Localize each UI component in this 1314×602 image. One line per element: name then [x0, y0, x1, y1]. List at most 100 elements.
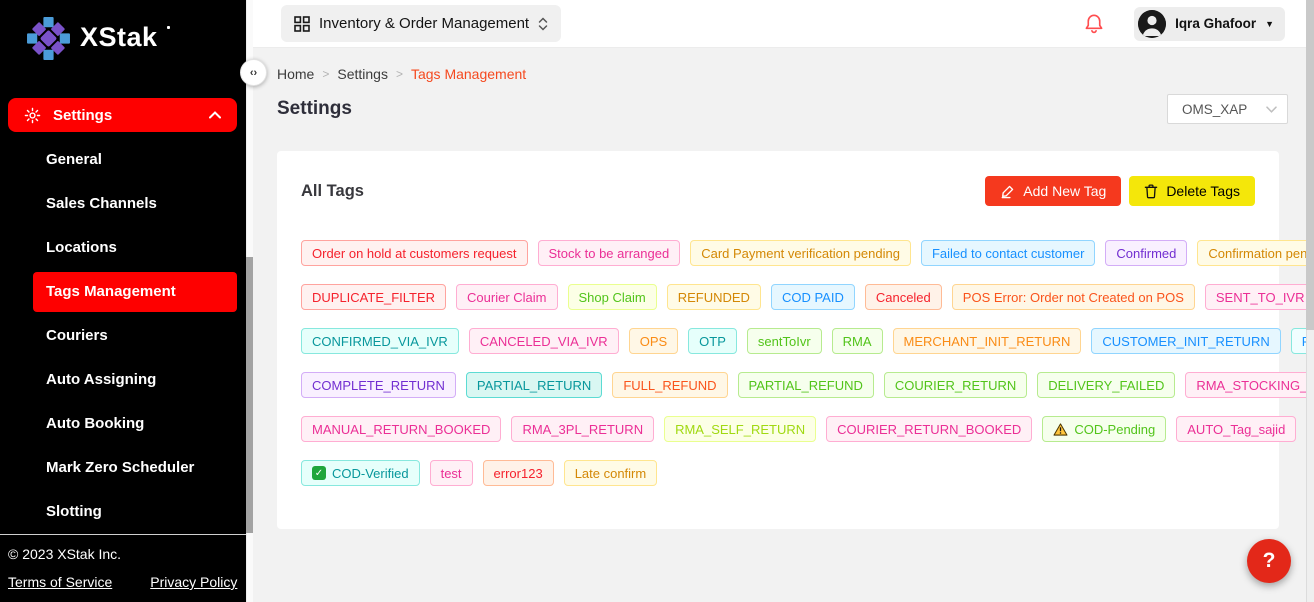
- tag-chip-confirmed[interactable]: Confirmed: [1105, 240, 1187, 266]
- sidebar-item-tags-management[interactable]: Tags Management: [33, 272, 237, 312]
- bell-icon: [1084, 13, 1104, 35]
- sidebar-scrollbar-thumb[interactable]: [246, 257, 253, 533]
- user-menu[interactable]: Iqra Ghafoor ▼: [1134, 7, 1285, 41]
- sidebar-collapse-button[interactable]: ‹›: [240, 59, 267, 86]
- tag-chip-delivery-failed[interactable]: DELIVERY_FAILED: [1037, 372, 1175, 398]
- sidebar-item-auto-assigning[interactable]: Auto Assigning: [0, 358, 253, 402]
- tag-chip-confirmed-via-ivr[interactable]: CONFIRMED_VIA_IVR: [301, 328, 459, 354]
- sidebar-item-general[interactable]: General: [0, 138, 253, 182]
- tag-chip-cod-verified[interactable]: ✓COD-Verified: [301, 460, 420, 486]
- sidebar-item-slotting[interactable]: Slotting: [0, 490, 253, 534]
- page-title: Settings: [277, 98, 352, 120]
- sidebar-scrollbar[interactable]: [246, 0, 253, 602]
- tag-row: Order on hold at customers request Stock …: [301, 240, 1255, 266]
- card-heading: All Tags: [301, 182, 364, 201]
- tag-list: Order on hold at customers request Stock …: [301, 240, 1255, 486]
- tag-chip-card-payment-verification-pending[interactable]: Card Payment verification pending: [690, 240, 911, 266]
- tag-chip-shop-claim[interactable]: Shop Claim: [568, 284, 657, 310]
- chevron-down-icon: ▼: [1265, 19, 1274, 29]
- app-switcher[interactable]: Inventory & Order Management: [281, 5, 561, 42]
- chevron-down-icon: [1266, 106, 1277, 113]
- tag-chip-refunded[interactable]: REFUNDED: [667, 284, 761, 310]
- sidebar: XStak Settings GeneralSales ChannelsLoca…: [0, 0, 253, 602]
- settings-menu-label: Settings: [53, 107, 112, 124]
- avatar: [1138, 10, 1166, 38]
- chevron-up-icon: [209, 111, 221, 119]
- terms-of-service-link[interactable]: Terms of Service: [8, 574, 112, 590]
- tag-chip-merchant-init-return[interactable]: MERCHANT_INIT_RETURN: [893, 328, 1082, 354]
- tag-chip-customer-init-return[interactable]: CUSTOMER_INIT_RETURN: [1091, 328, 1280, 354]
- tag-row: CONFIRMED_VIA_IVR CANCELED_VIA_IVR OPS OTP s…: [301, 328, 1255, 354]
- tag-chip-rma-3pl-return[interactable]: RMA_3PL_RETURN: [511, 416, 654, 442]
- check-icon: ✓: [312, 466, 326, 480]
- sidebar-menu-settings[interactable]: Settings: [8, 98, 237, 132]
- delete-tags-label: Delete Tags: [1166, 183, 1240, 199]
- tag-chip-senttoivr[interactable]: sentToIvr: [747, 328, 822, 354]
- tag-chip-error123[interactable]: error123: [483, 460, 554, 486]
- tag-chip-partial-refund[interactable]: PARTIAL_REFUND: [738, 372, 874, 398]
- tag-chip-otp[interactable]: OTP: [688, 328, 737, 354]
- page-header: Settings OMS_XAP: [277, 94, 1314, 124]
- sidebar-item-locations[interactable]: Locations: [0, 226, 253, 270]
- page-scrollbar[interactable]: [1306, 0, 1314, 602]
- tag-chip-rma[interactable]: RMA: [832, 328, 883, 354]
- add-new-tag-button[interactable]: Add New Tag: [985, 176, 1121, 206]
- sidebar-item-mark-zero-scheduler[interactable]: Mark Zero Scheduler: [0, 446, 253, 490]
- tag-chip-cod-paid[interactable]: COD PAID: [771, 284, 855, 310]
- tag-chip-courier-return-booked[interactable]: COURIER_RETURN_BOOKED: [826, 416, 1032, 442]
- sidebar-footer: © 2023 XStak Inc. Terms of Service Priva…: [0, 534, 253, 602]
- tag-row: DUPLICATE_FILTER Courier Claim Shop Claim R…: [301, 284, 1255, 310]
- tag-chip-canceled-via-ivr[interactable]: CANCELED_VIA_IVR: [469, 328, 619, 354]
- tag-chip-manual-return-booked[interactable]: MANUAL_RETURN_BOOKED: [301, 416, 501, 442]
- breadcrumb-item-settings[interactable]: Settings: [337, 66, 388, 82]
- xstak-logo-icon: [26, 16, 71, 61]
- sidebar-item-sales-channels[interactable]: Sales Channels: [0, 182, 253, 226]
- person-icon: [1138, 10, 1166, 38]
- workspace-select-value: OMS_XAP: [1182, 102, 1247, 117]
- tag-chip-auto-tag-sajid[interactable]: AUTO_Tag_sajid: [1176, 416, 1296, 442]
- tag-chip-ops[interactable]: OPS: [629, 328, 678, 354]
- tag-chip-canceled[interactable]: Canceled: [865, 284, 942, 310]
- tag-chip-duplicate-filter[interactable]: DUPLICATE_FILTER: [301, 284, 446, 310]
- breadcrumb-separator: >: [396, 67, 403, 81]
- tag-chip-late-confirm[interactable]: Late confirm: [564, 460, 658, 486]
- tag-chip-stock-to-be-arranged[interactable]: Stock to be arranged: [538, 240, 681, 266]
- workspace-select[interactable]: OMS_XAP: [1167, 94, 1288, 124]
- tag-chip-rma-stocking-fee[interactable]: RMA_STOCKING_FEE: [1185, 372, 1314, 398]
- brand-trademark-dot: [167, 26, 170, 29]
- breadcrumb-item-home[interactable]: Home: [277, 66, 314, 82]
- tag-chip-courier-claim[interactable]: Courier Claim: [456, 284, 557, 310]
- collapse-arrows-icon: ‹›: [250, 67, 257, 79]
- privacy-policy-link[interactable]: Privacy Policy: [150, 574, 237, 590]
- breadcrumb-item-tags-management[interactable]: Tags Management: [411, 66, 526, 82]
- all-tags-card: All Tags Add New Tag Delete Tags: [277, 151, 1279, 529]
- tag-chip-pos-error-order-not-created-on-pos[interactable]: POS Error: Order not Created on POS: [952, 284, 1195, 310]
- tag-chip-rma-self-return[interactable]: RMA_SELF_RETURN: [664, 416, 816, 442]
- tag-chip-full-refund[interactable]: FULL_REFUND: [612, 372, 727, 398]
- tag-chip-order-on-hold-at-customers-request[interactable]: Order on hold at customers request: [301, 240, 528, 266]
- brand-name: XStak: [80, 16, 158, 58]
- pencil-icon: [1000, 184, 1015, 199]
- breadcrumb-separator: >: [322, 67, 329, 81]
- tag-chip-courier-return[interactable]: COURIER_RETURN: [884, 372, 1027, 398]
- sidebar-item-auto-booking[interactable]: Auto Booking: [0, 402, 253, 446]
- tag-chip-confirmation-pending[interactable]: Confirmation pending: [1197, 240, 1314, 266]
- delete-tags-button[interactable]: Delete Tags: [1129, 176, 1255, 206]
- content-area: Home > Settings > Tags Management Settings O…: [253, 48, 1314, 602]
- warning-icon: [1053, 423, 1068, 436]
- grid-icon: [294, 16, 310, 32]
- page-scrollbar-thumb[interactable]: [1306, 0, 1314, 330]
- tag-chip-failed-to-contact-customer[interactable]: Failed to contact customer: [921, 240, 1095, 266]
- brand-logo[interactable]: XStak: [0, 0, 253, 61]
- tag-chip-partial-return[interactable]: PARTIAL_RETURN: [466, 372, 602, 398]
- copyright-text: © 2023 XStak Inc.: [8, 546, 243, 562]
- notifications-button[interactable]: [1084, 13, 1104, 35]
- tag-chip-test[interactable]: test: [430, 460, 473, 486]
- tag-chip-sent-to-ivr[interactable]: SENT_TO_IVR: [1205, 284, 1314, 310]
- tag-chip-complete-return[interactable]: COMPLETE_RETURN: [301, 372, 456, 398]
- tag-chip-cod-pending[interactable]: COD-Pending: [1042, 416, 1166, 442]
- tag-row: COMPLETE_RETURN PARTIAL_RETURN FULL_REFUND…: [301, 372, 1255, 398]
- sidebar-item-couriers[interactable]: Couriers: [0, 314, 253, 358]
- sidebar-nav: GeneralSales ChannelsLocationsTags Manag…: [0, 138, 253, 534]
- help-button[interactable]: ?: [1247, 539, 1291, 583]
